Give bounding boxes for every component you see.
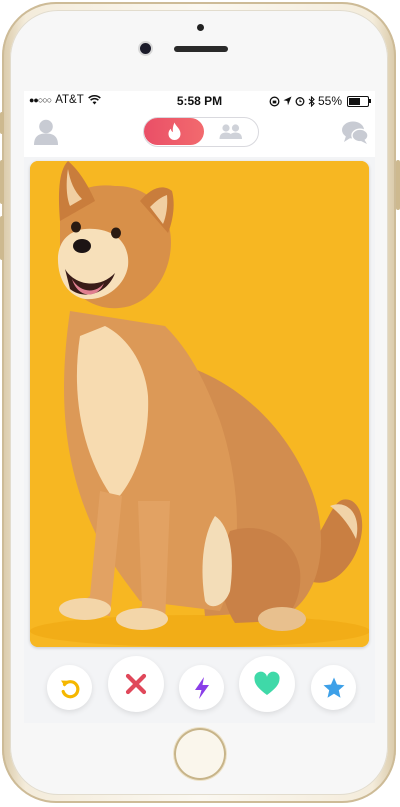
volume-down-button [0, 216, 4, 260]
location-icon [283, 96, 292, 106]
flame-icon [168, 122, 180, 140]
like-button[interactable] [239, 656, 295, 712]
status-right: 55% [269, 94, 371, 108]
earpiece-speaker [174, 46, 228, 52]
rewind-button[interactable] [47, 665, 92, 710]
home-button[interactable] [174, 728, 226, 780]
profile-icon[interactable] [33, 118, 59, 146]
bluetooth-icon [308, 95, 315, 107]
rewind-icon [60, 679, 79, 698]
volume-up-button [0, 160, 4, 204]
battery-percent: 55% [317, 94, 342, 108]
alarm-icon [295, 97, 305, 106]
proximity-sensor [197, 24, 204, 31]
discover-toggle[interactable] [143, 117, 259, 147]
super-like-button[interactable] [311, 665, 356, 710]
battery-icon [347, 95, 371, 107]
shiba-inu-photo [30, 161, 369, 647]
chat-icon[interactable] [341, 120, 369, 146]
nope-icon [125, 673, 147, 695]
mute-switch [0, 112, 4, 134]
super-like-icon [323, 677, 344, 698]
status-bar: ●●○○○ AT&T 5:58 PM 55% [24, 91, 375, 111]
front-camera [140, 43, 151, 54]
profile-card[interactable] [30, 161, 369, 647]
nope-button[interactable] [108, 656, 164, 712]
battery-level [349, 97, 360, 105]
action-bar [24, 651, 375, 723]
like-icon [254, 671, 280, 695]
power-button [396, 160, 400, 210]
battery-tip [369, 98, 371, 103]
tab-discover[interactable] [144, 118, 204, 145]
boost-button[interactable] [179, 665, 224, 710]
orientation-lock-icon [269, 96, 280, 106]
group-icon[interactable] [218, 123, 244, 140]
top-nav [24, 111, 375, 157]
boost-icon [194, 676, 209, 699]
app-screen: ●●○○○ AT&T 5:58 PM 55% [24, 91, 375, 723]
